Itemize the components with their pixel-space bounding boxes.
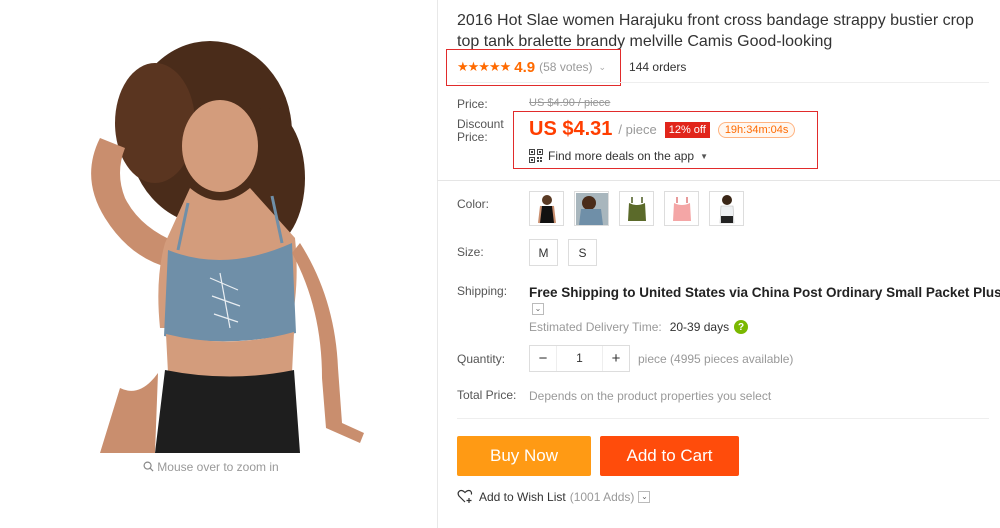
- discount-price-row: US $4.31 / piece 12% off 19h:34m:04s: [529, 118, 796, 141]
- color-swatch-pink[interactable]: [664, 191, 699, 226]
- chevron-down-icon[interactable]: ⌄: [599, 62, 607, 73]
- eta-value: 20-39 days: [669, 320, 730, 334]
- decrement-button[interactable]: −: [530, 346, 556, 371]
- rating-value: 4.9: [514, 58, 536, 76]
- votes-count[interactable]: (58 votes): [539, 60, 592, 74]
- size-option-s[interactable]: S: [568, 239, 597, 266]
- size-label: Size:: [457, 245, 484, 259]
- shipping-destination: United States via China Post Ordinary Sm…: [639, 285, 1000, 300]
- product-gallery: Mouse over to zoom in: [0, 0, 438, 528]
- shipping-label: Shipping:: [457, 284, 508, 298]
- countdown-timer: 19h:34m:04s: [717, 121, 796, 138]
- app-deals-text: Find more deals on the app: [548, 149, 695, 163]
- chevron-down-icon[interactable]: ⌄: [638, 490, 651, 503]
- add-to-wishlist[interactable]: Add to Wish List (1001 Adds) ⌄: [457, 489, 651, 504]
- add-to-cart-button[interactable]: Add to Cart: [600, 436, 739, 476]
- wishlist-label: Add to Wish List: [479, 489, 566, 504]
- caret-down-icon: ▼: [700, 151, 709, 161]
- color-swatch-olive[interactable]: [619, 191, 654, 226]
- shipping-method[interactable]: Free Shipping to United States via China…: [529, 285, 1000, 317]
- color-swatch-grey[interactable]: [574, 191, 609, 226]
- total-price-value: Depends on the product properties you se…: [529, 389, 772, 403]
- discount-price-label: Discount Price:: [457, 117, 504, 144]
- quantity-availability: piece (4995 pieces available): [638, 352, 794, 366]
- size-option-m[interactable]: M: [529, 239, 558, 266]
- product-title: 2016 Hot Slae women Harajuku front cross…: [457, 12, 974, 50]
- heart-plus-icon: [457, 489, 473, 503]
- free-shipping-text: Free Shipping to: [529, 285, 636, 300]
- help-icon[interactable]: ?: [734, 320, 749, 334]
- magnifier-icon: [143, 461, 154, 475]
- quantity-input[interactable]: 1: [556, 346, 603, 371]
- star-rating-icon: ★★★★★: [457, 59, 511, 74]
- app-deals-link[interactable]: Find more deals on the app ▼: [529, 149, 708, 163]
- quantity-label: Quantity:: [457, 352, 506, 366]
- color-swatch-black[interactable]: [529, 191, 564, 226]
- wishlist-count: (1001 Adds): [569, 489, 635, 504]
- color-swatch-white[interactable]: [709, 191, 744, 226]
- price-label: Price:: [457, 97, 488, 111]
- zoom-hint: Mouse over to zoom in: [0, 460, 422, 475]
- divider: [437, 180, 1000, 181]
- product-image[interactable]: [60, 28, 380, 458]
- current-price: US $4.31: [529, 118, 613, 140]
- eta-label: Estimated Delivery Time:: [529, 320, 662, 334]
- original-price: US $4.90 / piece: [529, 97, 611, 109]
- increment-button[interactable]: +: [603, 346, 629, 371]
- qr-code-icon: [529, 149, 543, 163]
- color-options: [529, 191, 744, 226]
- divider: [457, 418, 989, 419]
- buy-now-button[interactable]: Buy Now: [457, 436, 591, 476]
- price-unit: / piece: [618, 122, 657, 137]
- discount-badge: 12% off: [664, 121, 710, 138]
- rating-row: ★★★★★ 4.9 (58 votes) ⌄ 144 orders: [457, 55, 686, 79]
- chevron-down-icon[interactable]: ⌄: [532, 303, 544, 316]
- zoom-hint-text: Mouse over to zoom in: [157, 460, 279, 474]
- divider: [620, 57, 622, 77]
- divider: [457, 82, 989, 83]
- quantity-stepper: − 1 +: [529, 345, 630, 372]
- orders-count: 144 orders: [629, 60, 687, 74]
- product-detail: 2016 Hot Slae women Harajuku front cross…: [437, 0, 1000, 528]
- color-label: Color:: [457, 197, 490, 211]
- size-options: M S: [529, 239, 597, 266]
- delivery-estimate: Estimated Delivery Time: 20-39 days ?: [529, 320, 749, 334]
- total-price-label: Total Price:: [457, 388, 517, 402]
